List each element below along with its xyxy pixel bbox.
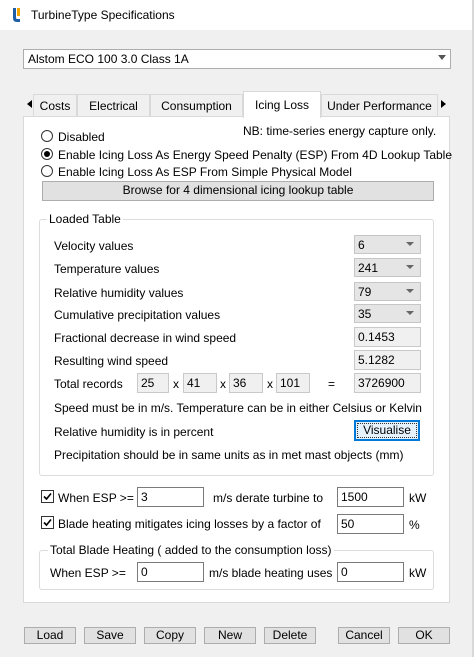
turbine-type-dropdown[interactable]: Alstom ECO 100 3.0 Class 1A (23, 49, 451, 69)
checkmark-icon (43, 492, 52, 501)
equals-sign: = (328, 377, 336, 391)
velocity-dropdown[interactable]: 6 (354, 235, 421, 254)
times-sign: x (220, 377, 226, 391)
radio-disabled-label: Disabled (58, 130, 105, 144)
time-series-note: NB: time-series energy capture only. (243, 124, 437, 138)
blade-heating-esp-label: When ESP >= (50, 566, 126, 580)
units-note: Speed must be in m/s. Temperature can be… (54, 401, 422, 415)
tab-scroll-right-button[interactable] (441, 100, 446, 108)
focus-ring (357, 423, 417, 438)
precipitation-dropdown[interactable]: 35 (354, 304, 421, 323)
radio-esp-4d-lookup-label: Enable Icing Loss As Energy Speed Penalt… (58, 148, 453, 162)
new-button[interactable]: New (204, 627, 256, 644)
window-title: TurbineType Specifications (31, 8, 175, 22)
chevron-down-icon (438, 55, 446, 60)
checkmark-icon (43, 518, 52, 527)
delete-button[interactable]: Delete (264, 627, 316, 644)
loaded-table-title: Loaded Table (47, 212, 123, 226)
tab-under-performance[interactable]: Under Performance (321, 94, 438, 117)
blade-heating-power-input[interactable]: 0 (337, 562, 404, 582)
blade-heating-unit: kW (409, 566, 427, 580)
resulting-speed-field: 5.1282 (354, 350, 421, 370)
tab-electrical[interactable]: Electrical (77, 94, 150, 117)
chevron-down-icon (406, 242, 414, 246)
derate-mid-label: m/s derate turbine to (213, 491, 324, 505)
records-dim-1-field: 25 (137, 373, 169, 393)
precipitation-label: Cumulative precipitation values (54, 308, 221, 322)
times-sign: x (267, 377, 273, 391)
chevron-down-icon (406, 289, 414, 293)
temperature-dropdown[interactable]: 241 (354, 258, 421, 277)
derate-checkbox[interactable] (41, 490, 54, 503)
visualise-button[interactable]: Visualise (354, 420, 420, 441)
humidity-note: Relative humidity is in percent (54, 425, 214, 439)
radio-esp-4d-lookup[interactable] (41, 148, 53, 160)
chevron-down-icon (406, 265, 414, 269)
times-sign: x (173, 377, 179, 391)
humidity-label: Relative humidity values (54, 286, 184, 300)
derate-esp-input[interactable]: 3 (137, 487, 204, 507)
save-button[interactable]: Save (84, 627, 136, 644)
tab-costs[interactable]: Costs (33, 94, 77, 117)
derate-power-input[interactable]: 1500 (337, 487, 404, 507)
resulting-speed-label: Resulting wind speed (54, 354, 169, 368)
blade-heating-mid-label: m/s blade heating uses (209, 566, 333, 580)
total-records-label: Total records (54, 377, 123, 391)
blade-heating-mitigation-checkbox[interactable] (41, 516, 54, 529)
fractional-decrease-field: 0.1453 (354, 327, 421, 347)
derate-unit: kW (409, 491, 427, 505)
radio-esp-physical-model[interactable] (41, 165, 53, 177)
velocity-label: Velocity values (54, 239, 134, 253)
browse-lookup-table-button[interactable]: Browse for 4 dimensional icing lookup ta… (42, 181, 434, 201)
tab-scroll-left-button[interactable] (27, 100, 32, 108)
copy-button[interactable]: Copy (144, 627, 196, 644)
total-blade-heating-title: Total Blade Heating ( added to the consu… (48, 543, 334, 557)
radio-esp-physical-model-label: Enable Icing Loss As ESP From Simple Phy… (58, 165, 352, 179)
fractional-decrease-label: Fractional decrease in wind speed (54, 331, 237, 345)
mitigation-unit: % (409, 518, 420, 532)
tab-consumption[interactable]: Consumption (150, 94, 243, 117)
radio-disabled[interactable] (41, 130, 53, 142)
cancel-button[interactable]: Cancel (338, 627, 390, 644)
blade-heating-mitigation-label: Blade heating mitigates icing losses by … (58, 517, 321, 531)
app-logo-icon (10, 7, 22, 23)
chevron-down-icon (406, 311, 414, 315)
humidity-dropdown[interactable]: 79 (354, 282, 421, 301)
load-button[interactable]: Load (24, 627, 76, 644)
records-dim-3-field: 36 (229, 373, 263, 393)
turbine-type-value: Alstom ECO 100 3.0 Class 1A (28, 52, 189, 66)
temperature-label: Temperature values (54, 262, 160, 276)
precipitation-note: Precipitation should be in same units as… (54, 448, 404, 462)
tab-icing-loss[interactable]: Icing Loss (243, 91, 321, 118)
chevron-right-icon (441, 100, 446, 108)
total-records-field: 3726900 (354, 373, 421, 393)
ok-button[interactable]: OK (398, 627, 450, 644)
records-dim-4-field: 101 (276, 373, 310, 393)
derate-label: When ESP >= (58, 491, 134, 505)
mitigation-factor-input[interactable]: 50 (337, 514, 404, 534)
records-dim-2-field: 41 (183, 373, 217, 393)
chevron-left-icon (27, 100, 32, 108)
blade-heating-esp-input[interactable]: 0 (137, 562, 204, 582)
